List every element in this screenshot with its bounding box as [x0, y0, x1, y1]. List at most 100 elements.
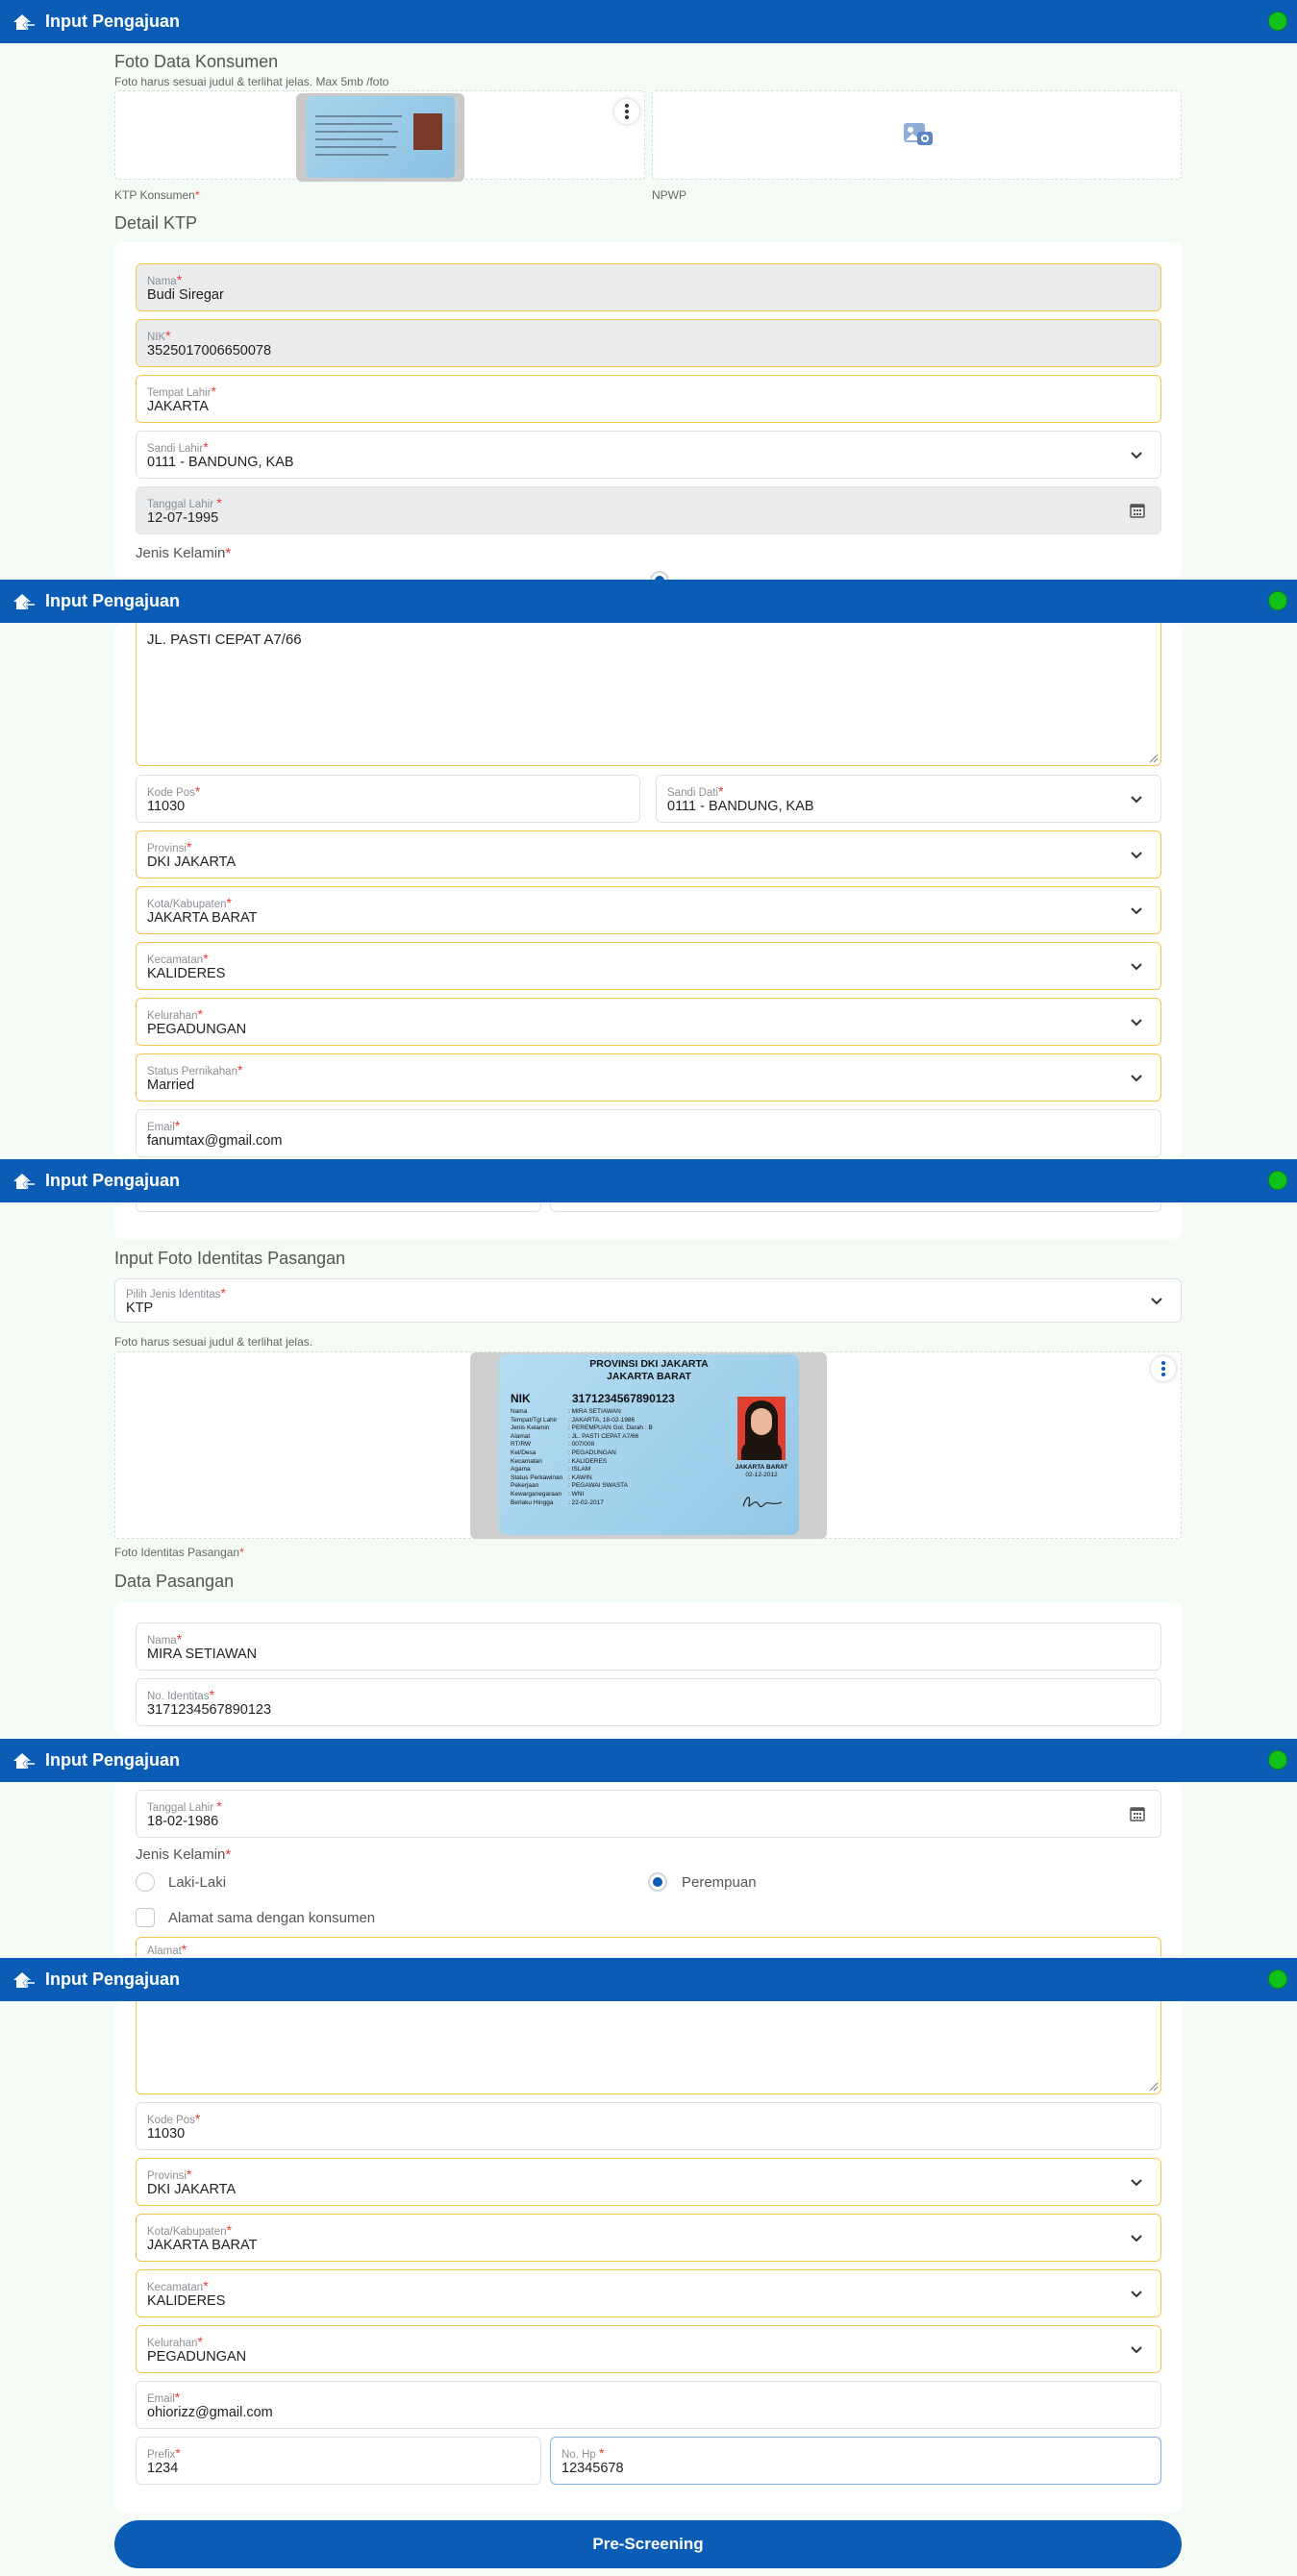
status-dot: [1268, 1969, 1287, 1989]
id-card-row: Kecamatan: KALIDERES: [511, 1458, 653, 1467]
back-home-icon[interactable]: [12, 1969, 37, 1991]
id-card-row: Agama: ISLAM: [511, 1466, 653, 1474]
pasangan-kode-pos-field[interactable]: Kode Pos* 11030: [136, 2102, 1161, 2150]
app-header: Input Pengajuan: [0, 1739, 1297, 1782]
resize-handle-icon[interactable]: [1147, 2080, 1159, 2092]
chevron-down-icon: [1131, 1019, 1142, 1027]
pasangan-laki-label: Laki-Laki: [168, 1874, 227, 1891]
id-card-row: Pekerjaan: PEGAWAI SWASTA: [511, 1482, 653, 1491]
id-card-row-label: RT/RW: [511, 1441, 532, 1449]
resize-handle-icon[interactable]: [1147, 752, 1159, 763]
id-card-image: PROVINSI DKI JAKARTA JAKARTA BARAT NIK 3…: [470, 1352, 827, 1539]
id-card-row: Berlaku Hingga: 22-02-2017: [511, 1499, 653, 1508]
app-header: Input Pengajuan: [0, 1159, 1297, 1202]
ktp-photo-label: KTP Konsumen*: [114, 188, 200, 202]
identitas-photo-menu-icon[interactable]: [1151, 1356, 1176, 1381]
id-card-row-label: Agama: [511, 1466, 531, 1474]
id-card-row-label: Tempat/Tgl Lahir: [511, 1416, 558, 1424]
id-card-issue-date: 02-12-2012: [745, 1472, 778, 1478]
header-title: Input Pengajuan: [45, 1171, 181, 1190]
chevron-down-icon: [1131, 2179, 1142, 2187]
app-header: Input Pengajuan: [0, 0, 1297, 43]
ktp-section-title: Detail KTP: [114, 213, 198, 233]
alamat-sama-label: Alamat sama dengan konsumen: [168, 1910, 376, 1926]
id-card-nik-label: NIK: [511, 1392, 531, 1405]
status-dot: [1268, 1171, 1287, 1190]
pasangan-provinsi-select[interactable]: Provinsi* DKI JAKARTA: [136, 2158, 1161, 2206]
ktp-photo-box[interactable]: [114, 90, 645, 182]
id-card-row-value: JL. PASTI CEPAT A7/66: [571, 1432, 639, 1440]
id-card-row-value: 007/008: [571, 1441, 595, 1449]
chevron-down-icon: [1131, 2346, 1142, 2354]
ktp-kecamatan-select[interactable]: Kecamatan* KALIDERES: [136, 942, 1161, 990]
back-home-icon[interactable]: [12, 1171, 37, 1192]
ktp-sandi-dati-select[interactable]: Sandi Dati* 0111 - BANDUNG, KAB: [656, 775, 1161, 823]
status-dot: [1268, 12, 1287, 31]
id-card-row-value: 22-02-2017: [571, 1499, 604, 1506]
calendar-icon[interactable]: [1130, 1806, 1145, 1821]
id-card-row-value: PEGAWAI SWASTA: [571, 1482, 629, 1490]
back-home-icon[interactable]: [12, 1750, 37, 1771]
id-card-row-value: WNI: [571, 1490, 585, 1498]
id-card-row-value: PEREMPUAN Gol. Darah : B: [571, 1424, 653, 1432]
ktp-kode-pos-field[interactable]: Kode Pos* 11030: [136, 775, 640, 823]
pasangan-no-identitas-field[interactable]: No. Identitas* 3171234567890123: [136, 1678, 1161, 1726]
ktp-status-pernikahan-select[interactable]: Status Pernikahan* Married: [136, 1053, 1161, 1102]
ktp-kelurahan-select[interactable]: Kelurahan* PEGADUNGAN: [136, 998, 1161, 1046]
id-card-row-label: Nama: [511, 1408, 528, 1415]
back-home-icon[interactable]: [12, 12, 37, 33]
id-card-row-label: Status Perkawinan: [511, 1474, 563, 1481]
header-title: Input Pengajuan: [45, 591, 181, 610]
pasangan-kelurahan-select[interactable]: Kelurahan* PEGADUNGAN: [136, 2325, 1161, 2373]
pasangan-kota-select[interactable]: Kota/Kabupaten* JAKARTA BARAT: [136, 2214, 1161, 2262]
ktp-provinsi-select[interactable]: Provinsi* DKI JAKARTA: [136, 830, 1161, 879]
header-title: Input Pengajuan: [45, 12, 181, 31]
identitas-section-title: Input Foto Identitas Pasangan: [114, 1249, 346, 1268]
ktp-sandi-lahir-select[interactable]: Sandi Lahir* 0111 - BANDUNG, KAB: [136, 431, 1161, 479]
pasangan-email-field[interactable]: Email* ohiorizz@gmail.com: [136, 2381, 1161, 2429]
id-card-row-value: ISLAM: [571, 1466, 591, 1474]
ktp-tempat-lahir-field[interactable]: Tempat Lahir* JAKARTA: [136, 375, 1161, 423]
ktp-nama-field[interactable]: Nama* Budi Siregar: [136, 263, 1161, 311]
ktp-tanggal-lahir-field[interactable]: Tanggal Lahir * 12-07-1995: [136, 486, 1161, 534]
npwp-photo-box[interactable]: [652, 90, 1182, 180]
prefix-field-edge: [136, 1202, 541, 1212]
id-card-row: Kewarganegaraan: WNI: [511, 1491, 653, 1499]
pasangan-no-hp-field[interactable]: No. Hp * 12345678: [550, 2437, 1161, 2485]
pasangan-radio-laki[interactable]: [136, 1872, 155, 1892]
back-home-icon[interactable]: [12, 591, 37, 612]
header-title: Input Pengajuan: [45, 1969, 181, 1989]
id-card-city: JAKARTA BARAT: [607, 1371, 691, 1382]
id-card-row-label: Pekerjaan: [511, 1482, 539, 1490]
id-card-row: Tempat/Tgl Lahir: JAKARTA, 18-02-1986: [511, 1417, 653, 1425]
pasangan-radio-perempuan[interactable]: [648, 1872, 667, 1892]
ktp-photo-menu-icon[interactable]: [614, 99, 639, 124]
ktp-alamat-textarea[interactable]: JL. PASTI CEPAT A7/66: [136, 606, 1161, 766]
pre-screening-button[interactable]: Pre-Screening: [114, 2520, 1182, 2568]
pasangan-tanggal-lahir-field[interactable]: Tanggal Lahir * 18-02-1986: [136, 1790, 1161, 1838]
pasangan-nama-field[interactable]: Nama* MIRA SETIAWAN: [136, 1622, 1161, 1671]
alamat-sama-checkbox[interactable]: [136, 1908, 155, 1927]
id-card-row: Kel/Desa: PEGADUNGAN: [511, 1449, 653, 1458]
pasangan-kecamatan-select[interactable]: Kecamatan* KALIDERES: [136, 2269, 1161, 2317]
ktp-email-field[interactable]: Email* fanumtax@gmail.com: [136, 1109, 1161, 1157]
id-card-row-label: Berlaku Hingga: [511, 1499, 554, 1506]
id-card-row: Status Perkawinan: KAWIN: [511, 1474, 653, 1483]
ktp-kota-select[interactable]: Kota/Kabupaten* JAKARTA BARAT: [136, 886, 1161, 934]
id-card-row-label: Jenis Kelamin: [511, 1424, 550, 1432]
ktp-nik-field[interactable]: NIK* 3525017006650078: [136, 319, 1161, 367]
id-card-province: PROVINSI DKI JAKARTA: [589, 1358, 709, 1370]
chevron-down-icon: [1131, 963, 1142, 971]
pasangan-prefix-field[interactable]: Prefix* 1234: [136, 2437, 541, 2485]
jenis-identitas-select[interactable]: Pilih Jenis Identitas* KTP: [114, 1278, 1182, 1323]
id-card-row-label: Kel/Desa: [511, 1449, 536, 1456]
calendar-icon[interactable]: [1130, 503, 1145, 518]
id-card-row-value: PEGADUNGAN: [571, 1449, 616, 1456]
id-card-row-value: KALIDERES: [571, 1457, 608, 1465]
chevron-down-icon: [1151, 1298, 1162, 1305]
id-card-row-value: JAKARTA, 18-02-1986: [571, 1416, 636, 1424]
id-card-row-label: Kecamatan: [511, 1457, 542, 1465]
id-card-row-label: Alamat: [511, 1432, 531, 1440]
identitas-photo-box[interactable]: PROVINSI DKI JAKARTA JAKARTA BARAT NIK 3…: [114, 1351, 1182, 1539]
add-photo-icon[interactable]: [903, 120, 934, 149]
